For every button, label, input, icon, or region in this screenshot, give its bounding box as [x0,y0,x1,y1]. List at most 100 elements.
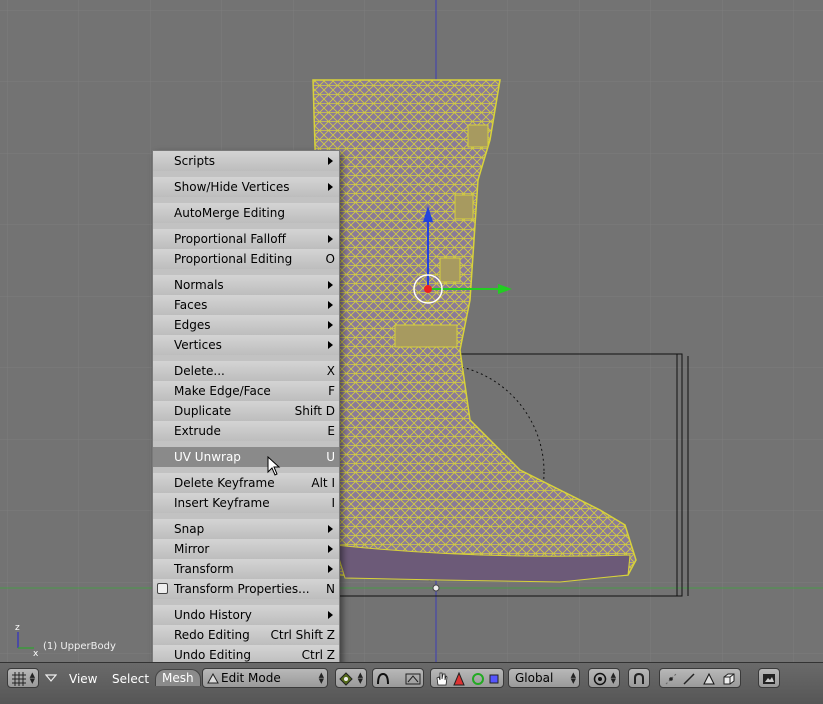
updown-icon: ▲ ▼ [357,671,363,685]
grid-icon [12,672,26,686]
menu-item[interactable]: Make Edge/Face F [153,381,339,401]
menu-item-label: Vertices [174,338,222,352]
falloff-icon [405,673,421,685]
menu-item-label: Normals [174,278,224,292]
menu-item-label: Mirror [174,542,210,556]
magnet-icon [634,672,644,684]
target-icon [593,672,607,686]
menu-item-label: Transform Properties... [174,582,310,596]
proportional-icon [377,672,389,685]
menu-item[interactable]: Mirror [153,539,339,559]
orientation-value: Global [515,671,554,685]
select-mode-group[interactable] [659,668,741,688]
menu-item-label: Extrude [174,424,221,438]
menu-item[interactable]: Insert Keyframe I [153,493,339,513]
menu-item-label: Snap [174,522,205,536]
hand-icon [436,672,448,686]
orientation-select[interactable]: Global ▲ ▼ [508,668,580,688]
menu-item-shortcut: N [326,582,335,596]
menu-item-label: Scripts [174,154,216,168]
mouse-cursor-icon [267,456,281,476]
edge-select-icon [683,673,695,685]
submenu-arrow-icon [328,321,333,329]
menu-item-label: Delete Keyframe [174,476,275,490]
axis-z-label: z [15,623,20,633]
menu-item-label: Faces [174,298,208,312]
rotate-icon [472,673,484,685]
submenu-arrow-icon [328,235,333,243]
mode-select[interactable]: Edit Mode ▲ ▼ [202,668,328,688]
menu-select[interactable]: Select [112,672,149,686]
menu-item[interactable]: Proportional Editing O [153,249,339,269]
submenu-arrow-icon [328,565,333,573]
menu-item[interactable]: AutoMerge Editing [153,203,339,223]
menu-item[interactable]: Edges [153,315,339,335]
menu-item-label: Proportional Falloff [174,232,286,246]
menu-item[interactable]: Show/Hide Vertices [153,177,339,197]
submenu-arrow-icon [328,281,333,289]
menu-item-shortcut: F [328,384,335,398]
face-select-icon [703,672,715,685]
menu-item-label: Insert Keyframe [174,496,270,510]
menu-item[interactable]: UV Unwrap U [153,447,339,467]
menu-item[interactable]: Vertices [153,335,339,355]
menu-view[interactable]: View [69,672,97,686]
menu-item-shortcut: Shift D [294,404,335,418]
menu-item-label: Undo History [174,608,252,622]
submenu-arrow-icon [328,157,333,165]
submenu-arrow-icon [328,183,333,191]
mesh-menu: Scripts Show/Hide Vertices AutoMerge Editi… [152,150,340,662]
submenu-arrow-icon [328,611,333,619]
menu-item[interactable]: Proportional Falloff [153,229,339,249]
menu-item-shortcut: Ctrl Shift Z [270,628,335,642]
menu-item[interactable]: Duplicate Shift D [153,401,339,421]
render-button[interactable] [758,668,780,688]
menu-item[interactable]: Delete Keyframe Alt I [153,473,339,493]
snap-button[interactable] [628,668,650,688]
menu-item-label: Redo Editing [174,628,250,642]
menu-item-label: Duplicate [174,404,232,418]
menu-item-label: Delete... [174,364,225,378]
menu-item-shortcut: O [325,252,335,266]
mode-value: Edit Mode [221,671,281,685]
vertex-select-icon [665,673,677,685]
viewport-header: ▲ ▼ View Select Mesh Edit Mode ▲ ▼ ▲ ▼ G… [0,662,823,704]
proportional-group[interactable] [372,668,424,688]
manipulator-group[interactable] [430,668,504,688]
pivot-icon [339,672,353,686]
pivot-select[interactable]: ▲ ▼ [335,668,367,688]
3d-viewport[interactable]: z x (1) UpperBody Scripts Show/Hide Verti… [0,0,823,662]
menu-item-label: Proportional Editing [174,252,293,266]
menu-item[interactable]: Undo History [153,605,339,625]
menu-item[interactable]: Faces [153,295,339,315]
menu-item-label: Transform [174,562,234,576]
updown-icon: ▲ ▼ [318,671,324,685]
menu-item[interactable]: Snap [153,519,339,539]
menu-item[interactable]: Normals [153,275,339,295]
collapse-triangle-icon[interactable] [45,674,57,682]
translate-icon [453,672,465,686]
menu-item[interactable]: Extrude E [153,421,339,441]
menu-item-label: Make Edge/Face [174,384,271,398]
menu-mesh[interactable]: Mesh [155,669,201,686]
menu-item[interactable]: Scripts [153,151,339,171]
render-icon [763,674,775,684]
menu-item-shortcut: Alt I [311,476,335,490]
menu-item[interactable]: Redo Editing Ctrl Shift Z [153,625,339,645]
editor-type-button[interactable]: ▲ ▼ [7,668,39,688]
menu-item[interactable]: Delete... X [153,361,339,381]
menu-item-label: Show/Hide Vertices [174,180,290,194]
menu-item-shortcut: U [326,450,335,464]
submenu-arrow-icon [328,301,333,309]
menu-item-label: Undo Editing [174,648,251,662]
scene-canvas: z x [0,0,823,662]
menu-item[interactable]: Transform [153,559,339,579]
menu-item-label: UV Unwrap [174,450,241,464]
menu-item-shortcut: Ctrl Z [301,648,335,662]
menu-item[interactable]: Transform Properties... N [153,579,339,599]
menu-item[interactable]: Undo Editing Ctrl Z [153,645,339,662]
menu-item-shortcut: X [326,364,335,378]
layer-select[interactable]: ▲ ▼ [588,668,620,688]
updown-icon: ▲ ▼ [610,671,616,685]
checkbox-icon[interactable] [157,583,168,594]
